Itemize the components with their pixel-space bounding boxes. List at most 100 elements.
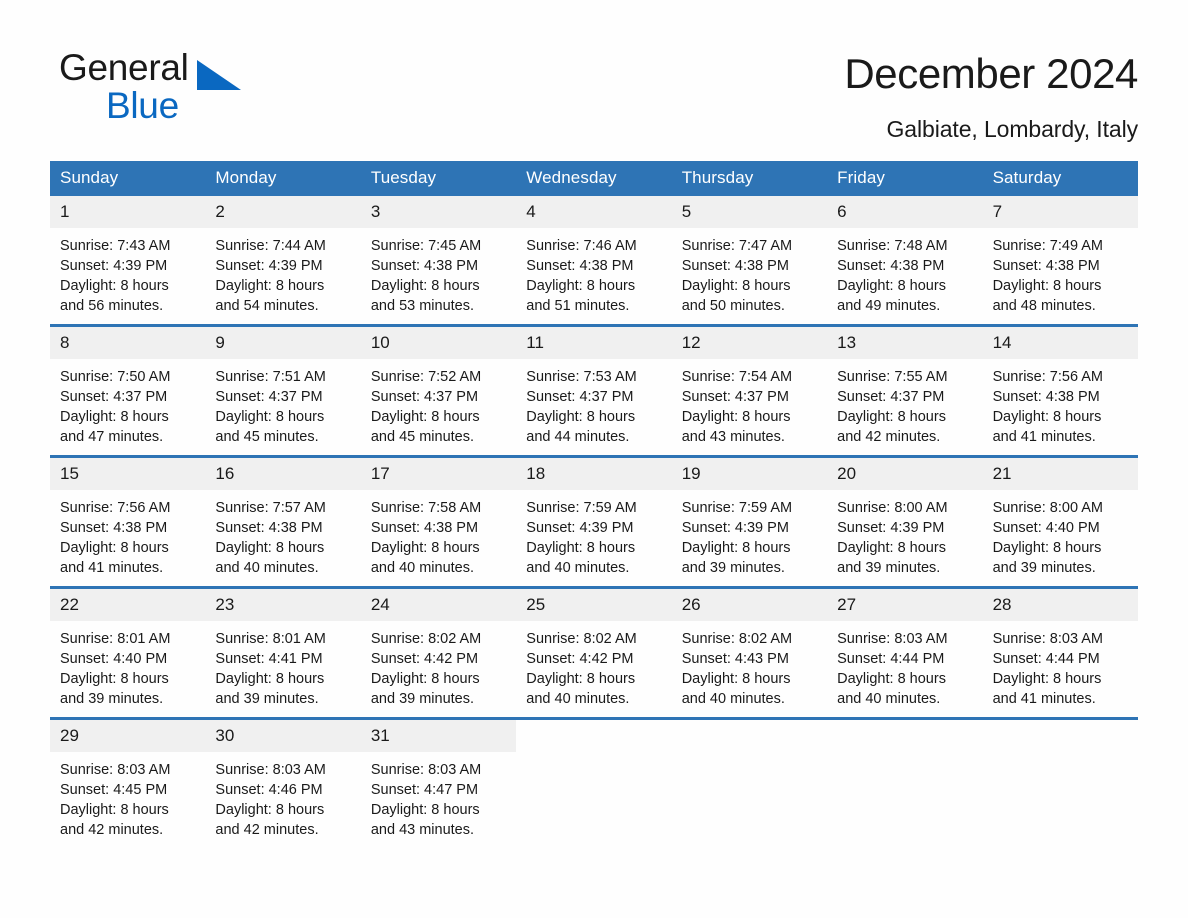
day-cell[interactable]: 31 Sunrise: 8:03 AM Sunset: 4:47 PM Dayl… bbox=[360, 720, 517, 840]
day-cell[interactable]: 10 Sunrise: 7:52 AM Sunset: 4:37 PM Dayl… bbox=[360, 327, 517, 447]
sunset-text: Sunset: 4:39 PM bbox=[681, 520, 789, 536]
day-cell[interactable]: 30 Sunrise: 8:03 AM Sunset: 4:46 PM Dayl… bbox=[205, 720, 361, 840]
daylight-text-line1: Daylight: 8 hours bbox=[992, 278, 1102, 294]
daylight-text-line2: and 40 minutes. bbox=[681, 691, 785, 707]
sunrise-text: Sunrise: 8:00 AM bbox=[837, 500, 948, 516]
sunset-text: Sunset: 4:39 PM bbox=[60, 258, 168, 274]
sunrise-text: Sunrise: 7:59 AM bbox=[526, 500, 637, 516]
day-cell[interactable]: 21 Sunrise: 8:00 AM Sunset: 4:40 PM Dayl… bbox=[982, 458, 1138, 578]
day-number: 27 bbox=[827, 589, 983, 621]
day-number bbox=[672, 720, 827, 752]
day-cell[interactable]: 27 Sunrise: 8:03 AM Sunset: 4:44 PM Dayl… bbox=[827, 589, 983, 709]
day-number: 3 bbox=[360, 196, 517, 228]
day-cell[interactable]: 8 Sunrise: 7:50 AM Sunset: 4:37 PM Dayli… bbox=[50, 327, 206, 447]
day-number: 23 bbox=[205, 589, 361, 621]
day-cell[interactable]: 5 Sunrise: 7:47 AM Sunset: 4:38 PM Dayli… bbox=[671, 196, 828, 316]
day-cell[interactable]: 20 Sunrise: 8:00 AM Sunset: 4:39 PM Dayl… bbox=[827, 458, 983, 578]
day-number: 29 bbox=[50, 720, 206, 752]
daylight-text-line1: Daylight: 8 hours bbox=[681, 409, 791, 425]
sunset-text: Sunset: 4:37 PM bbox=[526, 389, 634, 405]
calendar-grid: Sunday Monday Tuesday Wednesday Thursday… bbox=[50, 161, 1138, 840]
day-cell[interactable]: 3 Sunrise: 7:45 AM Sunset: 4:38 PM Dayli… bbox=[360, 196, 517, 316]
day-details: Sunrise: 7:59 AM Sunset: 4:39 PM Dayligh… bbox=[516, 490, 671, 578]
daylight-text-line1: Daylight: 8 hours bbox=[837, 540, 946, 556]
day-cell[interactable]: 23 Sunrise: 8:01 AM Sunset: 4:41 PM Dayl… bbox=[205, 589, 361, 709]
sunset-text: Sunset: 4:43 PM bbox=[681, 651, 789, 667]
day-details: Sunrise: 8:02 AM Sunset: 4:42 PM Dayligh… bbox=[361, 621, 516, 709]
day-cell[interactable]: 22 Sunrise: 8:01 AM Sunset: 4:40 PM Dayl… bbox=[50, 589, 206, 709]
day-number: 10 bbox=[360, 327, 517, 359]
day-cell[interactable]: 6 Sunrise: 7:48 AM Sunset: 4:38 PM Dayli… bbox=[827, 196, 983, 316]
day-cell[interactable]: 17 Sunrise: 7:58 AM Sunset: 4:38 PM Dayl… bbox=[360, 458, 517, 578]
day-cell[interactable]: 11 Sunrise: 7:53 AM Sunset: 4:37 PM Dayl… bbox=[516, 327, 672, 447]
sunset-text: Sunset: 4:42 PM bbox=[370, 651, 479, 667]
day-number: 19 bbox=[671, 458, 828, 490]
day-details: Sunrise: 8:02 AM Sunset: 4:43 PM Dayligh… bbox=[672, 621, 827, 709]
sunset-text: Sunset: 4:38 PM bbox=[215, 520, 323, 536]
daylight-text-line2: and 43 minutes. bbox=[681, 429, 785, 445]
day-details: Sunrise: 8:03 AM Sunset: 4:44 PM Dayligh… bbox=[827, 621, 982, 709]
daylight-text-line2: and 40 minutes. bbox=[526, 691, 630, 707]
daylight-text-line2: and 56 minutes. bbox=[60, 298, 164, 314]
day-cell[interactable]: 15 Sunrise: 7:56 AM Sunset: 4:38 PM Dayl… bbox=[50, 458, 206, 578]
brand-logo[interactable]: General Blue bbox=[50, 46, 250, 130]
day-cell[interactable]: 2 Sunrise: 7:44 AM Sunset: 4:39 PM Dayli… bbox=[205, 196, 361, 316]
daylight-text-line1: Daylight: 8 hours bbox=[60, 671, 169, 687]
daylight-text-line2: and 50 minutes. bbox=[681, 298, 785, 314]
day-cell[interactable]: 24 Sunrise: 8:02 AM Sunset: 4:42 PM Dayl… bbox=[360, 589, 517, 709]
sunrise-text: Sunrise: 7:56 AM bbox=[60, 500, 171, 516]
daylight-text-line1: Daylight: 8 hours bbox=[681, 540, 791, 556]
day-details: Sunrise: 7:43 AM Sunset: 4:39 PM Dayligh… bbox=[50, 228, 205, 316]
sunset-text: Sunset: 4:40 PM bbox=[60, 651, 168, 667]
sunrise-text: Sunrise: 7:49 AM bbox=[992, 238, 1103, 254]
daylight-text-line2: and 45 minutes. bbox=[215, 429, 319, 445]
daylight-text-line2: and 48 minutes. bbox=[992, 298, 1096, 314]
day-cell[interactable]: 12 Sunrise: 7:54 AM Sunset: 4:37 PM Dayl… bbox=[671, 327, 828, 447]
day-cell[interactable]: 25 Sunrise: 8:02 AM Sunset: 4:42 PM Dayl… bbox=[516, 589, 672, 709]
daylight-text-line1: Daylight: 8 hours bbox=[681, 671, 791, 687]
weekday-header-thursday: Thursday bbox=[681, 168, 754, 187]
daylight-text-line1: Daylight: 8 hours bbox=[837, 409, 946, 425]
day-cell[interactable]: 4 Sunrise: 7:46 AM Sunset: 4:38 PM Dayli… bbox=[516, 196, 672, 316]
day-details: Sunrise: 7:48 AM Sunset: 4:38 PM Dayligh… bbox=[827, 228, 982, 316]
sunset-text: Sunset: 4:37 PM bbox=[370, 389, 479, 405]
daylight-text-line2: and 40 minutes. bbox=[370, 560, 475, 576]
weekday-header-tuesday: Tuesday bbox=[370, 168, 437, 187]
daylight-text-line1: Daylight: 8 hours bbox=[60, 540, 169, 556]
sunrise-text: Sunrise: 7:56 AM bbox=[992, 369, 1103, 385]
weekday-header-friday: Friday bbox=[837, 168, 885, 187]
day-number: 7 bbox=[982, 196, 1138, 228]
day-cell[interactable]: 14 Sunrise: 7:56 AM Sunset: 4:38 PM Dayl… bbox=[982, 327, 1138, 447]
sunset-text: Sunset: 4:39 PM bbox=[526, 520, 634, 536]
sunset-text: Sunset: 4:38 PM bbox=[526, 258, 634, 274]
sunset-text: Sunset: 4:40 PM bbox=[992, 520, 1100, 536]
day-number: 22 bbox=[50, 589, 206, 621]
day-cell[interactable]: 18 Sunrise: 7:59 AM Sunset: 4:39 PM Dayl… bbox=[516, 458, 672, 578]
daylight-text-line1: Daylight: 8 hours bbox=[60, 802, 169, 818]
sunrise-text: Sunrise: 7:45 AM bbox=[370, 238, 482, 254]
day-cell[interactable]: 16 Sunrise: 7:57 AM Sunset: 4:38 PM Dayl… bbox=[205, 458, 361, 578]
day-number: 28 bbox=[982, 589, 1138, 621]
day-number: 12 bbox=[671, 327, 828, 359]
day-number: 11 bbox=[516, 327, 672, 359]
day-cell[interactable]: 19 Sunrise: 7:59 AM Sunset: 4:39 PM Dayl… bbox=[671, 458, 828, 578]
sunrise-text: Sunrise: 7:53 AM bbox=[526, 369, 637, 385]
day-number: 4 bbox=[516, 196, 672, 228]
day-cell[interactable]: 9 Sunrise: 7:51 AM Sunset: 4:37 PM Dayli… bbox=[205, 327, 361, 447]
day-cell[interactable]: 29 Sunrise: 8:03 AM Sunset: 4:45 PM Dayl… bbox=[50, 720, 206, 840]
day-number: 14 bbox=[982, 327, 1138, 359]
day-cell[interactable]: 26 Sunrise: 8:02 AM Sunset: 4:43 PM Dayl… bbox=[671, 589, 828, 709]
page-header: General Blue December 2024 Galbiate, Lom… bbox=[0, 0, 1188, 144]
day-cell[interactable]: 13 Sunrise: 7:55 AM Sunset: 4:37 PM Dayl… bbox=[827, 327, 983, 447]
day-details: Sunrise: 7:54 AM Sunset: 4:37 PM Dayligh… bbox=[672, 359, 827, 447]
day-details: Sunrise: 7:55 AM Sunset: 4:37 PM Dayligh… bbox=[827, 359, 982, 447]
day-details: Sunrise: 7:44 AM Sunset: 4:39 PM Dayligh… bbox=[205, 228, 360, 316]
day-number: 18 bbox=[516, 458, 672, 490]
sunrise-text: Sunrise: 7:52 AM bbox=[370, 369, 482, 385]
day-cell[interactable]: 7 Sunrise: 7:49 AM Sunset: 4:38 PM Dayli… bbox=[982, 196, 1138, 316]
day-details: Sunrise: 7:56 AM Sunset: 4:38 PM Dayligh… bbox=[50, 490, 205, 578]
day-cell[interactable]: 28 Sunrise: 8:03 AM Sunset: 4:44 PM Dayl… bbox=[982, 589, 1138, 709]
daylight-text-line2: and 42 minutes. bbox=[837, 429, 941, 445]
day-cell[interactable]: 1 Sunrise: 7:43 AM Sunset: 4:39 PM Dayli… bbox=[50, 196, 206, 316]
weekday-header-row: Sunday Monday Tuesday Wednesday Thursday… bbox=[50, 161, 1138, 196]
